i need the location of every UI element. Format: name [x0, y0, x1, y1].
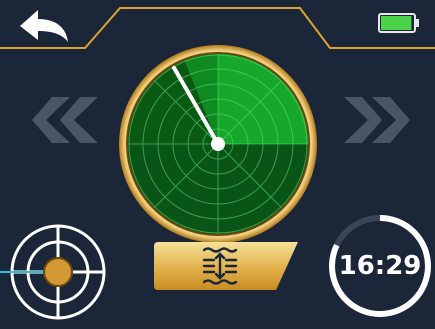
detector-screen: 16:29: [0, 0, 435, 329]
double-chevron-right-icon: [344, 97, 410, 143]
next-button[interactable]: [340, 95, 410, 145]
radar-center-dot: [211, 137, 225, 151]
radar-display: [118, 44, 318, 244]
previous-button[interactable]: [32, 95, 102, 145]
back-arrow-icon: [20, 10, 68, 42]
depth-mode-button[interactable]: [152, 240, 300, 292]
battery-level-fill: [381, 16, 412, 30]
timer-value: 16:29: [338, 251, 422, 281]
pinpoint-target-button[interactable]: [0, 222, 108, 324]
battery-icon: [378, 12, 420, 34]
double-chevron-left-icon: [32, 97, 98, 143]
back-button[interactable]: [14, 6, 76, 46]
timer-display: 16:29: [326, 210, 434, 322]
crosshair-target-icon: [0, 224, 106, 320]
